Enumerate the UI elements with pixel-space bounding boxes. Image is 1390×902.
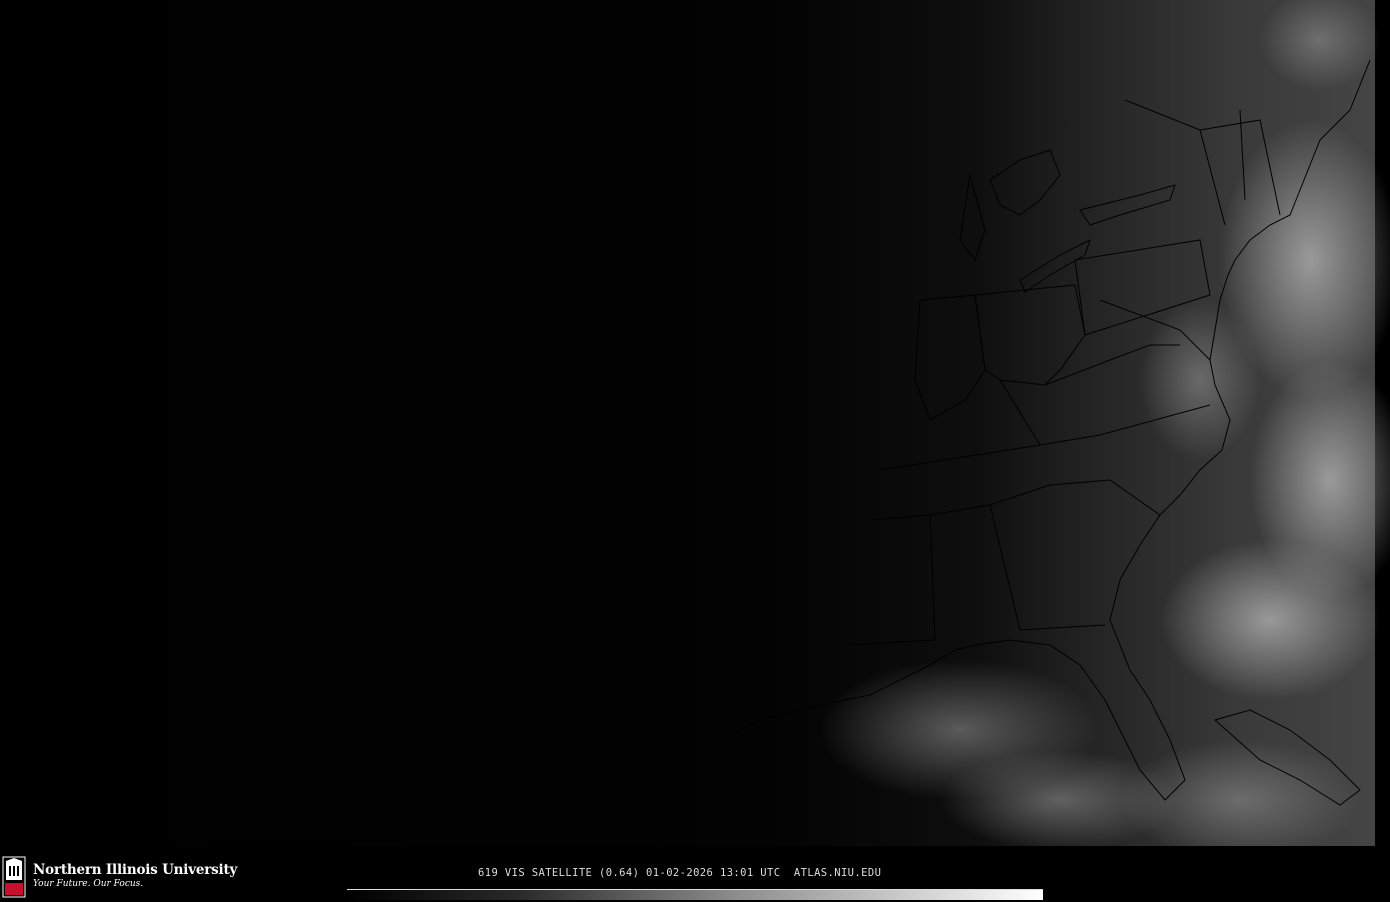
grayscale-colorbar [347, 889, 1043, 900]
university-tagline: Your Future. Our Focus. [33, 879, 144, 889]
satellite-map [0, 0, 1390, 846]
image-caption: 619 VIS SATELLITE (0.64) 01-02-2026 13:0… [478, 867, 882, 879]
niu-logo [2, 856, 26, 898]
university-name: Northern Illinois University [33, 862, 238, 878]
satellite-image [38, 0, 1390, 846]
niu-seal-icon [2, 856, 26, 898]
